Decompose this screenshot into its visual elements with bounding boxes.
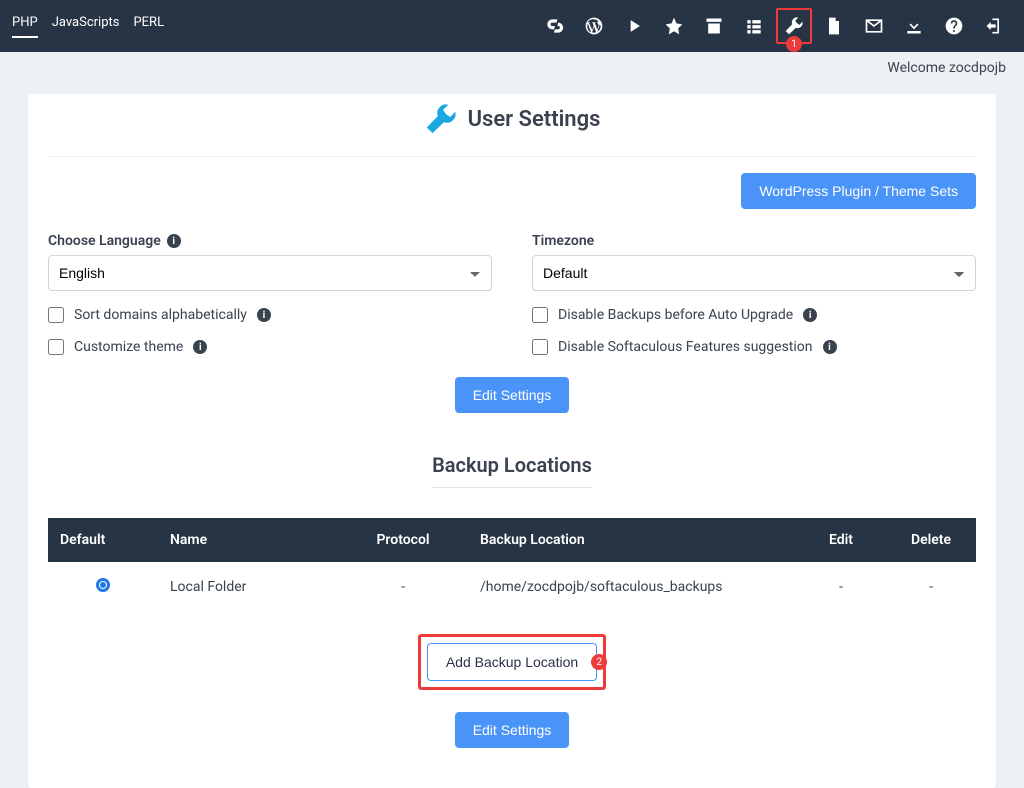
- add-backup-location-button[interactable]: Add Backup Location: [427, 643, 597, 681]
- col-protocol: Protocol: [338, 518, 468, 562]
- disable-suggestion-row: Disable Softaculous Features suggestion …: [532, 339, 976, 355]
- logout-icon[interactable]: [976, 8, 1012, 44]
- col-edit: Edit: [796, 518, 886, 562]
- settings-title-row: User Settings: [48, 94, 976, 157]
- col-name: Name: [158, 518, 338, 562]
- edit-settings-button-2[interactable]: Edit Settings: [455, 712, 570, 748]
- wordpress-icon[interactable]: [576, 8, 612, 44]
- tab-javascripts[interactable]: JavaScripts: [52, 15, 120, 38]
- customize-theme-label: Customize theme: [74, 339, 183, 355]
- language-label: Choose Language i: [48, 233, 492, 249]
- cpanel-icon[interactable]: [536, 8, 572, 44]
- highlight-badge-2: 2: [591, 654, 607, 670]
- tab-perl[interactable]: PERL: [133, 15, 164, 38]
- welcome-text: Welcome zocdpojb: [0, 52, 1024, 76]
- cell-delete: -: [886, 562, 976, 612]
- table-header-row: Default Name Protocol Backup Location Ed…: [48, 518, 976, 562]
- topbar: PHP JavaScripts PERL 1: [0, 0, 1024, 52]
- wp-plugin-theme-sets-button[interactable]: WordPress Plugin / Theme Sets: [741, 173, 976, 209]
- timezone-group: Timezone Default: [532, 233, 976, 291]
- col-delete: Delete: [886, 518, 976, 562]
- topbar-tabs: PHP JavaScripts PERL: [12, 15, 164, 38]
- disable-backups-row: Disable Backups before Auto Upgrade i: [532, 307, 976, 323]
- disable-backups-checkbox[interactable]: [532, 307, 548, 323]
- default-radio[interactable]: [96, 578, 110, 592]
- sort-domains-row: Sort domains alphabetically i: [48, 307, 492, 323]
- cell-edit: -: [796, 562, 886, 612]
- star-icon[interactable]: [656, 8, 692, 44]
- timezone-label: Timezone: [532, 233, 976, 249]
- timezone-select[interactable]: Default: [532, 255, 976, 291]
- language-group: Choose Language i English: [48, 233, 492, 291]
- customize-theme-row: Customize theme i: [48, 339, 492, 355]
- language-select[interactable]: English: [48, 255, 492, 291]
- disable-suggestion-checkbox[interactable]: [532, 339, 548, 355]
- cell-protocol: -: [338, 562, 468, 612]
- disable-suggestion-label: Disable Softaculous Features suggestion: [558, 339, 813, 355]
- info-icon[interactable]: i: [823, 340, 837, 354]
- play-icon[interactable]: [616, 8, 652, 44]
- tab-php[interactable]: PHP: [12, 15, 38, 38]
- archive-icon[interactable]: [696, 8, 732, 44]
- disable-backups-label: Disable Backups before Auto Upgrade: [558, 307, 793, 323]
- list-icon[interactable]: [736, 8, 772, 44]
- customize-theme-checkbox[interactable]: [48, 339, 64, 355]
- info-icon[interactable]: i: [167, 234, 181, 248]
- highlight-badge-1: 1: [786, 36, 802, 52]
- download-icon[interactable]: [896, 8, 932, 44]
- wrench-icon[interactable]: 1: [776, 8, 812, 44]
- info-icon[interactable]: i: [803, 308, 817, 322]
- cell-location: /home/zocdpojb/softaculous_backups: [468, 562, 796, 612]
- col-location: Backup Location: [468, 518, 796, 562]
- edit-settings-button[interactable]: Edit Settings: [455, 377, 570, 413]
- col-default: Default: [48, 518, 158, 562]
- sort-domains-checkbox[interactable]: [48, 307, 64, 323]
- wrench-title-icon: [424, 102, 458, 136]
- sort-domains-label: Sort domains alphabetically: [74, 307, 247, 323]
- backup-table: Default Name Protocol Backup Location Ed…: [48, 518, 976, 612]
- backup-section-title: Backup Locations: [28, 423, 996, 500]
- settings-card: User Settings WordPress Plugin / Theme S…: [28, 94, 996, 788]
- add-backup-highlight: Add Backup Location 2: [418, 634, 606, 690]
- mail-icon[interactable]: [856, 8, 892, 44]
- table-row: Local Folder - /home/zocdpojb/softaculou…: [48, 562, 976, 612]
- file-icon[interactable]: [816, 8, 852, 44]
- info-icon[interactable]: i: [193, 340, 207, 354]
- cell-name: Local Folder: [158, 562, 338, 612]
- help-icon[interactable]: [936, 8, 972, 44]
- info-icon[interactable]: i: [257, 308, 271, 322]
- page-title: User Settings: [468, 107, 601, 132]
- topbar-icons: 1: [536, 8, 1012, 44]
